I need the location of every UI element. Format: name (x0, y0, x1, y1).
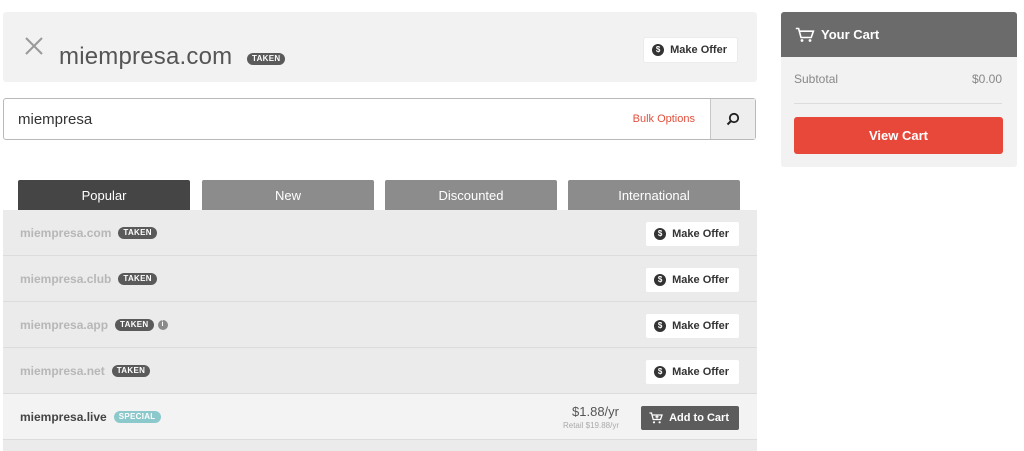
cart-title: Your Cart (821, 27, 880, 42)
subtotal-row: Subtotal $0.00 (794, 72, 1002, 104)
taken-badge: TAKEN (115, 319, 154, 331)
price: $1.88/yr (572, 404, 619, 419)
results-list: miempresa.com TAKEN $ Make Offer miempre… (3, 210, 757, 451)
cart-panel: Your Cart Subtotal $0.00 View Cart (781, 12, 1017, 167)
result-domain: miempresa.club (20, 272, 112, 286)
make-offer-label: Make Offer (670, 44, 727, 56)
dollar-icon: $ (654, 228, 667, 240)
dollar-icon: $ (654, 274, 667, 286)
make-offer-button[interactable]: $ Make Offer (644, 38, 737, 62)
taken-badge: TAKEN (118, 273, 157, 285)
tab-new[interactable]: New (202, 180, 374, 211)
taken-badge: TAKEN (118, 227, 157, 239)
top-result-card: miempresa.com TAKEN $ Make Offer (3, 12, 757, 82)
dollar-icon: $ (654, 366, 667, 378)
add-to-cart-label: Add to Cart (669, 412, 729, 424)
dollar-icon: $ (652, 44, 665, 56)
tab-popular[interactable]: Popular (18, 180, 190, 211)
top-result-domain: miempresa.com (59, 43, 233, 70)
dollar-icon: $ (654, 320, 667, 332)
make-offer-label: Make Offer (672, 274, 729, 286)
search-icon (726, 112, 740, 126)
result-domain: miempresa.net (20, 364, 105, 378)
taken-badge: TAKEN (111, 365, 151, 377)
result-domain: miempresa.live (20, 410, 107, 424)
view-cart-button[interactable]: View Cart (794, 117, 1003, 154)
make-offer-button[interactable]: $ Make Offer (646, 222, 739, 246)
bulk-options-link[interactable]: Bulk Options (633, 113, 695, 125)
tab-discounted[interactable]: Discounted (385, 180, 557, 211)
search-button[interactable] (710, 99, 755, 139)
info-icon[interactable]: i (157, 320, 168, 330)
list-item: miempresa.com TAKEN $ Make Offer (3, 210, 757, 256)
list-item: miempresa.club TAKEN $ Make Offer (3, 256, 757, 302)
cart-icon (795, 27, 815, 42)
subtotal-value: $0.00 (971, 72, 1002, 86)
retail-price: Retail $19.88/yr (562, 421, 619, 430)
search-input[interactable] (18, 108, 578, 130)
cart-header: Your Cart (781, 12, 1017, 57)
result-domain: miempresa.com (20, 226, 112, 240)
list-item: miempresa.net TAKEN $ Make Offer (3, 348, 757, 394)
result-domain: miempresa.app (20, 318, 109, 332)
tab-international[interactable]: International (568, 180, 740, 211)
make-offer-label: Make Offer (672, 228, 729, 240)
close-icon[interactable] (22, 34, 46, 58)
search-bar: Bulk Options (3, 98, 756, 140)
price-block: $1.88/yr Retail $19.88/yr (563, 404, 619, 430)
make-offer-button[interactable]: $ Make Offer (646, 314, 739, 338)
list-item: miempresa.app TAKEN i $ Make Offer (3, 302, 757, 348)
special-badge: SPECIAL (113, 411, 161, 423)
list-item: miempresa.live SPECIAL $1.88/yr Retail $… (3, 394, 757, 440)
cart-icon (649, 412, 664, 424)
subtotal-label: Subtotal (794, 72, 839, 86)
add-to-cart-button[interactable]: Add to Cart (641, 406, 739, 430)
taken-badge: TAKEN (247, 53, 286, 65)
make-offer-label: Make Offer (672, 366, 729, 378)
make-offer-label: Make Offer (672, 320, 729, 332)
make-offer-button[interactable]: $ Make Offer (646, 360, 739, 384)
make-offer-button[interactable]: $ Make Offer (646, 268, 739, 292)
